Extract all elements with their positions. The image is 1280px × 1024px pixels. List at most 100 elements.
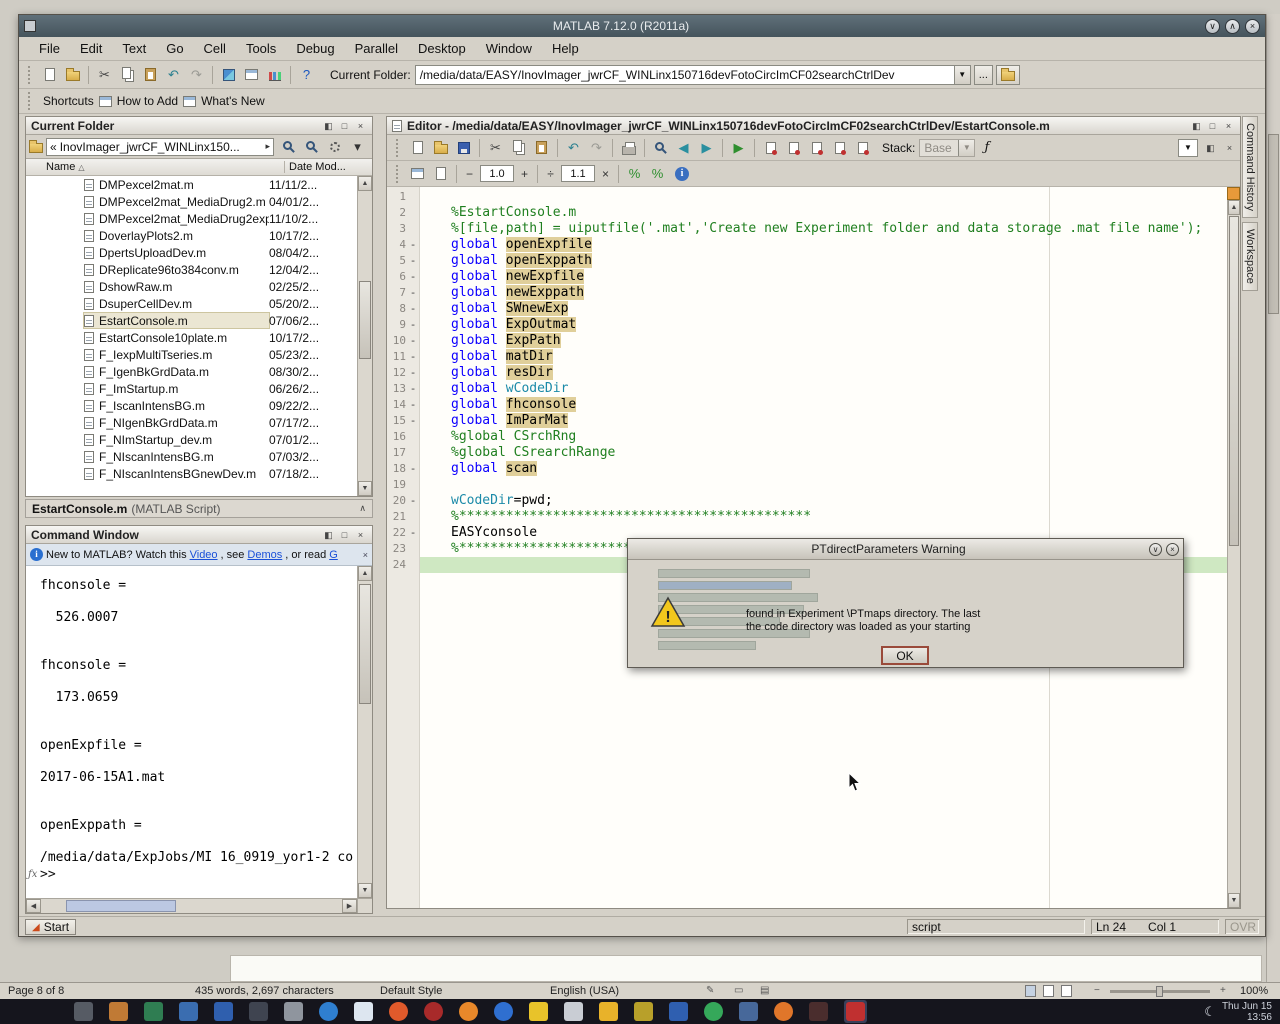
print-icon[interactable] [617,137,640,159]
app-icon-19[interactable] [704,1002,723,1021]
code-line[interactable]: 18-global scan [387,461,1227,477]
current-folder-combo[interactable]: /media/data/EASY/InovImager_jwrCF_WINLin… [415,65,971,85]
command-window-content[interactable]: fhconsole = 526.0007 fhconsole = 173.065… [26,566,357,898]
close-icon[interactable]: × [1222,119,1235,132]
folder-icon[interactable] [29,143,43,153]
scroll-down-icon[interactable]: ▼ [358,883,372,898]
scroll-up-icon[interactable]: ▲ [358,176,372,191]
edit-mode-icon[interactable]: ✎ [706,985,714,996]
breadcrumb-arrow-icon[interactable]: ▸ [265,141,270,152]
code-line[interactable]: 14-global fhconsole [387,397,1227,413]
code-line[interactable]: 10-global ExpPath [387,333,1227,349]
paste-icon[interactable] [530,137,553,159]
code-line[interactable]: 11-global matDir [387,349,1227,365]
app-icon-16[interactable] [599,1002,618,1021]
code-line[interactable]: 3%[file,path] = uiputfile('.mat','Create… [387,221,1227,237]
toolbar-handle[interactable] [396,165,401,183]
new-file-icon[interactable] [406,137,429,159]
stack-combo[interactable]: Base ▼ [919,139,975,157]
step-out-icon[interactable] [851,137,874,159]
maximize-icon[interactable]: □ [1206,119,1219,132]
open-file-icon[interactable] [429,137,452,159]
globe-icon[interactable] [319,1002,338,1021]
code-line[interactable]: 6-global newExpfile [387,269,1227,285]
maximize-icon[interactable]: □ [338,528,351,541]
app-icon-13[interactable] [494,1002,513,1021]
task-slot[interactable] [354,1002,373,1021]
set-breakpoint-icon[interactable] [759,137,782,159]
editor-scrollbar[interactable]: ▲ ▼ [1227,187,1240,908]
menu-help[interactable]: Help [542,39,589,58]
office-page-count[interactable]: Page 8 of 8 [8,985,64,997]
step-icon[interactable] [805,137,828,159]
search-icon[interactable] [277,136,300,158]
run-icon[interactable]: ▶ [727,137,750,159]
file-row[interactable]: F_IgenBkGrdData.m08/30/2... [26,363,357,380]
zoom-in-icon[interactable]: + [1220,985,1226,996]
app-icon-7[interactable] [284,1002,303,1021]
file-row[interactable]: EstartConsole.m07/06/2... [26,312,357,329]
up-folder-button[interactable] [996,65,1020,85]
video-link[interactable]: Video [190,549,218,561]
shortcuts-handle[interactable] [28,92,33,110]
search-files-icon[interactable] [300,136,323,158]
scroll-up-icon[interactable]: ▲ [1228,200,1240,215]
new-script-icon[interactable] [38,64,61,86]
file-row[interactable]: DMPexcel2mat.m11/11/2... [26,176,357,193]
file-row[interactable]: F_IexpMultiTseries.m05/23/2... [26,346,357,363]
column-date-modified[interactable]: Date Mod... [284,161,372,173]
app-icon-15[interactable] [564,1002,583,1021]
profiler-icon[interactable] [263,64,286,86]
dialog-titlebar[interactable]: PTdirectParameters Warning ∨× [628,539,1183,560]
app-icon-4[interactable] [179,1002,198,1021]
copy-icon[interactable] [507,137,530,159]
taskbar-clock[interactable]: ☾ Thu Jun 15 13:56 [1204,1001,1272,1023]
shade-icon[interactable]: ∨ [1205,19,1220,34]
code-line[interactable]: 4-global openExpfile [387,237,1227,253]
close-icon[interactable]: × [1245,19,1260,34]
redo-icon[interactable]: ↷ [585,137,608,159]
app-icon-5[interactable] [214,1002,233,1021]
task-slot[interactable] [74,1002,93,1021]
matlab-task-icon[interactable] [846,1002,865,1021]
app-icon-17[interactable] [634,1002,653,1021]
office-page-style[interactable]: Default Style [380,985,442,997]
task-slot[interactable] [214,1002,233,1021]
divide-button[interactable]: ÷ [542,165,559,182]
simulink-icon[interactable] [217,64,240,86]
file-list-scrollbar[interactable]: ▲ ▼ [357,176,372,496]
file-row[interactable]: DoverlayPlots2.m10/17/2... [26,227,357,244]
cell-divider-icon[interactable] [429,163,452,185]
task-slot[interactable] [774,1002,793,1021]
code-line[interactable]: 21%*************************************… [387,509,1227,525]
close-icon[interactable]: × [354,119,367,132]
undock-icon[interactable]: ◧ [322,119,335,132]
hscrollbar-thumb[interactable] [66,900,176,912]
file-row[interactable]: F_ImStartup.m06/26/2... [26,380,357,397]
browse-folder-button[interactable]: ... [974,65,993,85]
menu-go[interactable]: Go [156,39,193,58]
shortcut-whats-new[interactable]: What's New [201,94,265,108]
menu-parallel[interactable]: Parallel [345,39,408,58]
paste-icon[interactable] [139,64,162,86]
menu-debug[interactable]: Debug [286,39,344,58]
app-icon-14[interactable] [529,1002,548,1021]
step-in-icon[interactable] [828,137,851,159]
tab-command-history[interactable]: Command History [1242,116,1258,218]
task-slot[interactable] [144,1002,163,1021]
office-language[interactable]: English (USA) [550,985,619,997]
zoom-slider[interactable] [1110,990,1210,993]
open-file-icon[interactable] [61,64,84,86]
undock-icon[interactable]: ◧ [1190,119,1203,132]
code-line[interactable]: 12-global resDir [387,365,1227,381]
menu-window[interactable]: Window [476,39,542,58]
shortcut-how-to-add[interactable]: How to Add [117,94,178,108]
increment-value-field[interactable]: 1.0 [480,165,514,182]
menu-file[interactable]: File [29,39,70,58]
code-line[interactable]: 15-global ImParMat [387,413,1227,429]
single-page-view-icon[interactable] [1025,985,1036,997]
firefox-icon[interactable] [459,1002,478,1021]
code-line[interactable]: 1 [387,189,1227,205]
info-icon[interactable]: i [675,167,689,181]
command-window-scrollbar[interactable]: ▲ ▼ [357,566,372,898]
